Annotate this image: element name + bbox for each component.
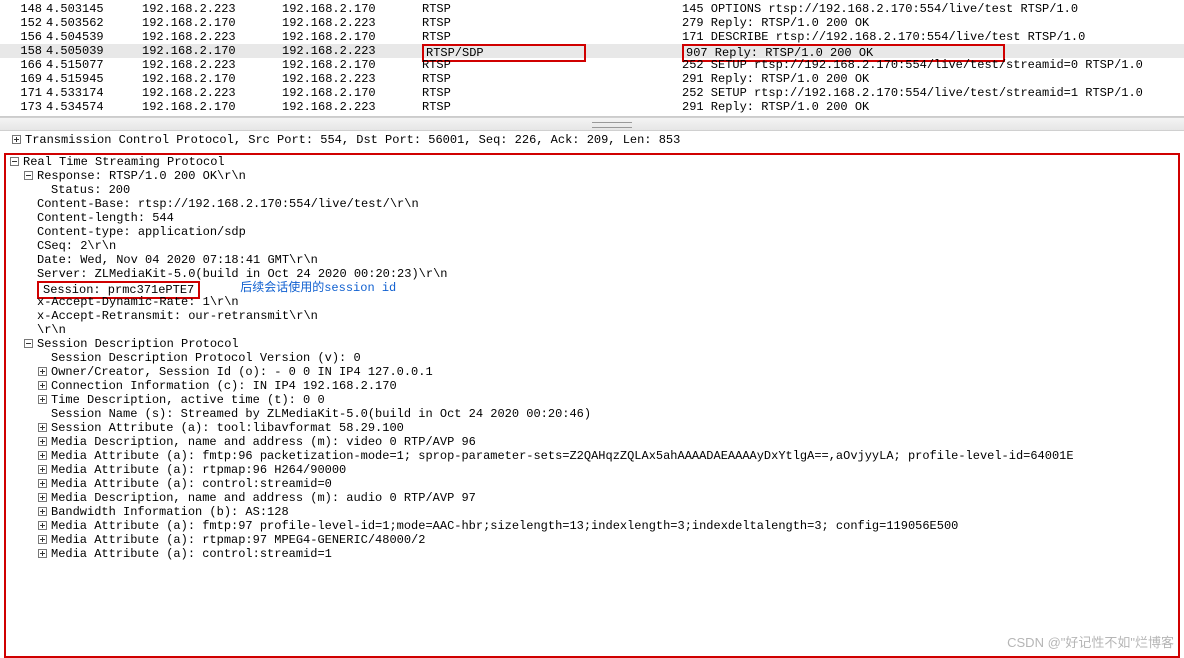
packet-row[interactable]: 1484.503145192.168.2.223192.168.2.170RTS…	[0, 2, 1184, 16]
expand-icon[interactable]	[38, 479, 47, 488]
expand-icon[interactable]	[38, 395, 47, 404]
expand-icon[interactable]	[38, 493, 47, 502]
expand-icon[interactable]	[12, 135, 21, 144]
expand-icon[interactable]	[38, 367, 47, 376]
packet-row[interactable]: 1564.504539192.168.2.223192.168.2.170RTS…	[0, 30, 1184, 44]
tree-row[interactable]: x-Accept-Dynamic-Rate: 1\r\n	[6, 295, 1178, 309]
tree-row[interactable]: Session Attribute (a): tool:libavformat …	[6, 421, 1178, 435]
tree-row[interactable]: Media Description, name and address (m):…	[6, 491, 1178, 505]
tree-row[interactable]: Bandwidth Information (b): AS:128	[6, 505, 1178, 519]
packet-row[interactable]: 1664.515077192.168.2.223192.168.2.170RTS…	[0, 58, 1184, 72]
tree-row[interactable]: Owner/Creator, Session Id (o): - 0 0 IN …	[6, 365, 1178, 379]
tree-row[interactable]: Content-length: 544	[6, 211, 1178, 225]
expand-icon[interactable]	[38, 381, 47, 390]
collapse-icon[interactable]	[24, 339, 33, 348]
tree-row[interactable]: Response: RTSP/1.0 200 OK\r\n	[6, 169, 1178, 183]
tree-row[interactable]: Media Description, name and address (m):…	[6, 435, 1178, 449]
expand-icon[interactable]	[38, 423, 47, 432]
tree-row[interactable]: Status: 200	[6, 183, 1178, 197]
tree-row[interactable]: Content-Base: rtsp://192.168.2.170:554/l…	[6, 197, 1178, 211]
tree-row[interactable]: Real Time Streaming Protocol	[6, 155, 1178, 169]
packet-row[interactable]: 1734.534574192.168.2.170192.168.2.223RTS…	[0, 100, 1184, 114]
tree-row[interactable]: \r\n	[6, 323, 1178, 337]
expand-icon[interactable]	[38, 549, 47, 558]
packet-details-pane[interactable]: Real Time Streaming ProtocolResponse: RT…	[4, 153, 1180, 658]
packet-row[interactable]: 1524.503562192.168.2.170192.168.2.223RTS…	[0, 16, 1184, 30]
tree-row[interactable]: Date: Wed, Nov 04 2020 07:18:41 GMT\r\n	[6, 253, 1178, 267]
packet-row[interactable]: 1694.515945192.168.2.170192.168.2.223RTS…	[0, 72, 1184, 86]
tree-row[interactable]: Session Description Protocol	[6, 337, 1178, 351]
tree-row[interactable]: Session Name (s): Streamed by ZLMediaKit…	[6, 407, 1178, 421]
tree-row[interactable]: Connection Information (c): IN IP4 192.1…	[6, 379, 1178, 393]
tcp-header-text: Transmission Control Protocol, Src Port:…	[25, 133, 680, 147]
tree-row[interactable]: Media Attribute (a): control:streamid=1	[6, 547, 1178, 561]
tree-row[interactable]: Session Description Protocol Version (v)…	[6, 351, 1178, 365]
expand-icon[interactable]	[38, 521, 47, 530]
tree-row[interactable]: Media Attribute (a): fmtp:97 profile-lev…	[6, 519, 1178, 533]
packet-row[interactable]: 1714.533174192.168.2.223192.168.2.170RTS…	[0, 86, 1184, 100]
tree-row[interactable]: CSeq: 2\r\n	[6, 239, 1178, 253]
expand-icon[interactable]	[38, 465, 47, 474]
expand-icon[interactable]	[38, 507, 47, 516]
tree-row[interactable]: Time Description, active time (t): 0 0	[6, 393, 1178, 407]
tree-row[interactable]: Session: prmc371ePTE7后续会话使用的session id	[6, 281, 1178, 295]
packet-list-pane[interactable]: 1484.503145192.168.2.223192.168.2.170RTS…	[0, 0, 1184, 117]
expand-icon[interactable]	[38, 535, 47, 544]
expand-icon[interactable]	[38, 451, 47, 460]
pane-splitter[interactable]	[0, 117, 1184, 131]
annotation-text: 后续会话使用的session id	[240, 281, 396, 295]
tcp-header-row[interactable]: Transmission Control Protocol, Src Port:…	[8, 133, 1176, 147]
tree-row[interactable]: Media Attribute (a): rtpmap:96 H264/9000…	[6, 463, 1178, 477]
tree-row[interactable]: Media Attribute (a): fmtp:96 packetizati…	[6, 449, 1178, 463]
tree-row[interactable]: Server: ZLMediaKit-5.0(build in Oct 24 2…	[6, 267, 1178, 281]
collapse-icon[interactable]	[10, 157, 19, 166]
tree-row[interactable]: x-Accept-Retransmit: our-retransmit\r\n	[6, 309, 1178, 323]
tree-row[interactable]: Media Attribute (a): control:streamid=0	[6, 477, 1178, 491]
packet-row[interactable]: 1584.505039192.168.2.170192.168.2.223RTS…	[0, 44, 1184, 58]
tree-row[interactable]: Media Attribute (a): rtpmap:97 MPEG4-GEN…	[6, 533, 1178, 547]
tree-row[interactable]: Content-type: application/sdp	[6, 225, 1178, 239]
expand-icon[interactable]	[38, 437, 47, 446]
watermark: CSDN @"好记性不如"烂博客	[1007, 632, 1174, 651]
collapse-icon[interactable]	[24, 171, 33, 180]
